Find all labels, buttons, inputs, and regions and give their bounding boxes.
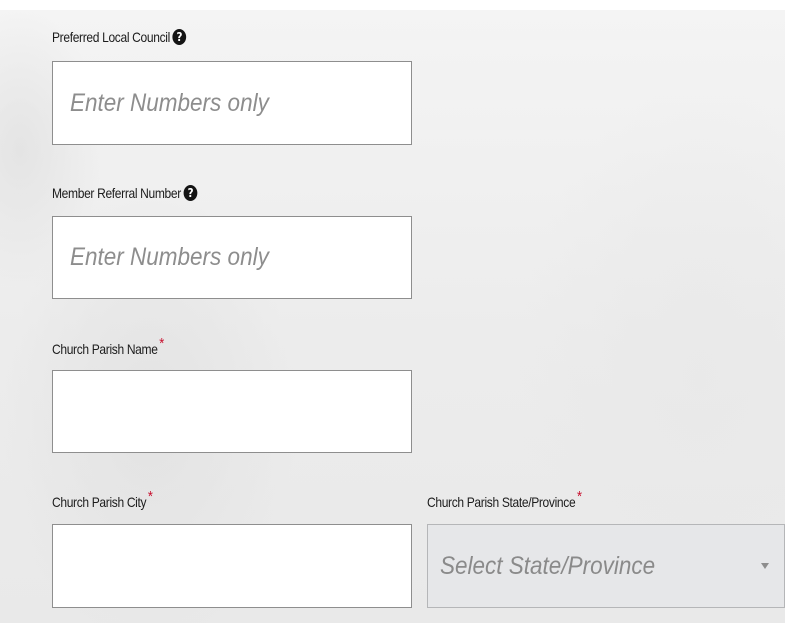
required-asterisk: * <box>147 488 153 505</box>
local-council-label-text: Preferred Local Council <box>52 29 170 45</box>
local-council-label: Preferred Local Council ? <box>52 29 187 45</box>
caret-down-icon <box>761 563 769 569</box>
referral-number-placeholder: Enter Numbers only <box>70 243 269 271</box>
parish-name-label-text: Church Parish Name <box>52 340 158 357</box>
parish-city-label-text: Church Parish City <box>52 493 147 510</box>
required-asterisk: * <box>577 488 582 505</box>
local-council-placeholder: Enter Numbers only <box>70 88 269 117</box>
referral-number-label-text: Member Referral Number <box>52 185 181 201</box>
parish-state-label: Church Parish State/Province * <box>427 488 582 510</box>
question-circle-icon[interactable]: ? <box>172 29 187 45</box>
parish-state-label-text: Church Parish State/Province <box>427 493 576 510</box>
parish-state-select[interactable]: Select State/Province <box>427 524 785 608</box>
required-asterisk: * <box>159 335 164 352</box>
question-circle-icon[interactable]: ? <box>183 185 198 201</box>
local-council-input[interactable]: Enter Numbers only <box>52 61 412 145</box>
parish-state-selected-value: Select State/Province <box>440 551 656 580</box>
parish-name-input[interactable] <box>52 370 412 453</box>
top-edge <box>0 0 785 10</box>
parish-name-label: Church Parish Name * <box>52 335 164 357</box>
parish-city-label: Church Parish City * <box>52 488 153 510</box>
parish-city-input[interactable] <box>52 524 412 608</box>
referral-number-input[interactable]: Enter Numbers only <box>52 216 412 299</box>
referral-number-label: Member Referral Number ? <box>52 185 198 201</box>
